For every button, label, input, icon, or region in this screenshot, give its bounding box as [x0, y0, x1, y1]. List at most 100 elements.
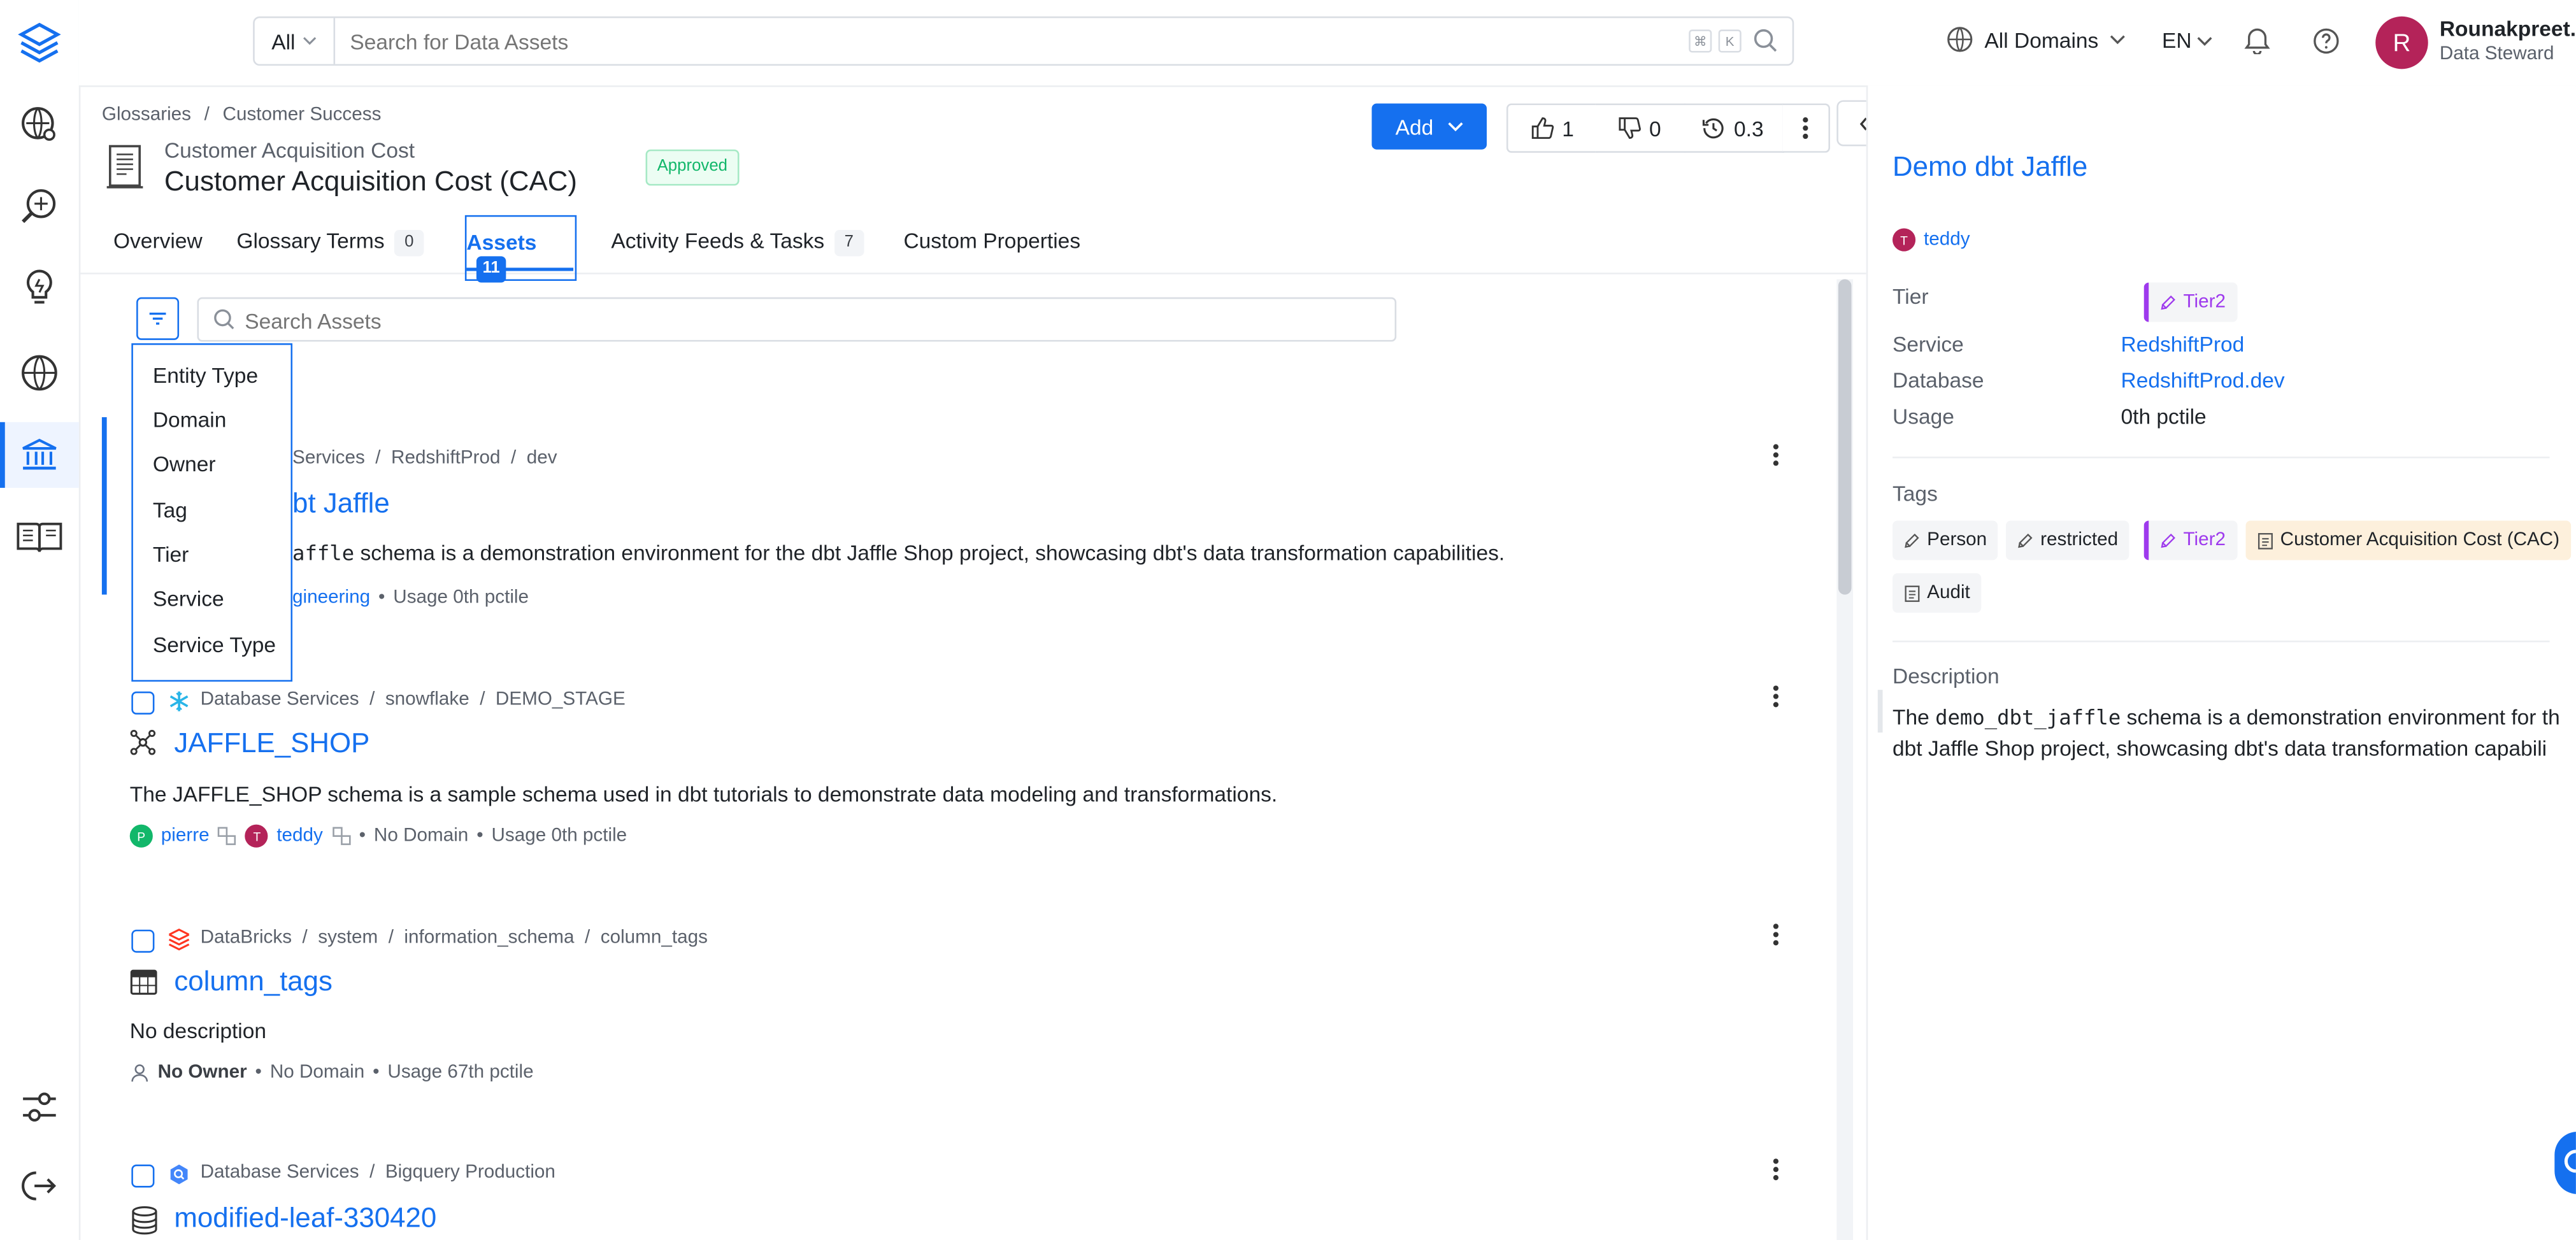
owner-link[interactable]: teddy — [1924, 230, 1970, 250]
asset-card-jaffle-shop[interactable]: Database Services / snowflake / DEMO_STA… — [79, 673, 1837, 870]
domain-selector[interactable]: All Domains — [1947, 26, 2126, 52]
data-quality-search-icon[interactable] — [0, 174, 79, 239]
term-name: Customer Acquisition Cost — [164, 138, 415, 163]
dislike-button[interactable]: 0 — [1595, 103, 1686, 153]
asset-breadcrumb: DataBricks / system / information_schema… — [200, 928, 708, 948]
service-link[interactable]: RedshiftProd — [2121, 332, 2244, 357]
explore-icon[interactable] — [0, 92, 79, 157]
filter-option-domain[interactable]: Domain — [153, 408, 227, 432]
tag-restricted[interactable]: restricted — [2005, 520, 2130, 560]
owner-link[interactable]: pierre — [161, 826, 210, 846]
activity-count: 7 — [834, 230, 864, 257]
asset-title[interactable]: column_tags — [174, 966, 333, 999]
filter-option-owner[interactable]: Owner — [153, 452, 216, 476]
glossary-book-icon[interactable] — [0, 504, 79, 570]
search-type-select[interactable]: All — [255, 18, 336, 64]
asset-card-modified-leaf[interactable]: Database Services / Bigquery Production … — [79, 1146, 1837, 1240]
asset-menu-button[interactable] — [1763, 680, 1789, 713]
settings-sliders-icon[interactable] — [0, 1074, 79, 1140]
domains-globe-icon[interactable] — [0, 340, 79, 406]
tab-overview[interactable]: Overview — [113, 228, 203, 253]
asset-menu-button[interactable] — [1763, 918, 1789, 951]
asset-description: affle schema is a demonstration environm… — [292, 540, 1505, 566]
breadcrumb-customer-success[interactable]: Customer Success — [223, 105, 382, 125]
asset-checkbox[interactable] — [131, 1164, 155, 1188]
status-badge: Approved — [645, 149, 740, 186]
assets-search-box — [197, 297, 1397, 342]
chevron-down-icon — [2110, 35, 2126, 45]
assets-count: 11 — [476, 256, 506, 283]
filter-option-entity-type[interactable]: Entity Type — [153, 363, 258, 388]
asset-menu-button[interactable] — [1763, 1153, 1789, 1186]
chat-widget-button[interactable] — [2554, 1131, 2576, 1194]
scrollbar-thumb[interactable] — [1838, 279, 1852, 595]
asset-checkbox[interactable] — [131, 691, 155, 715]
notifications-bell-icon[interactable] — [2244, 26, 2270, 55]
usage-value: 0th pctile — [2121, 404, 2207, 429]
thumbs-up-icon — [1531, 117, 1554, 139]
more-options-button[interactable] — [1782, 103, 1831, 153]
table-icon — [130, 969, 157, 995]
asset-card-column-tags[interactable]: DataBricks / system / information_schema… — [79, 911, 1837, 1108]
glossary-term-icon — [2258, 532, 2273, 549]
asset-menu-button[interactable] — [1763, 439, 1789, 472]
user-avatar[interactable]: R — [2375, 16, 2428, 69]
add-button[interactable]: Add — [1371, 103, 1487, 150]
tab-glossary-terms[interactable]: Glossary Terms 0 — [236, 228, 424, 257]
owner-link[interactable]: teddy — [276, 826, 323, 846]
search-icon[interactable] — [1753, 28, 1778, 53]
asset-meta: No Owner • No Domain • Usage 67th pctile — [130, 1063, 534, 1083]
tier-tag[interactable]: Tier2 — [2143, 282, 2238, 322]
search-input[interactable] — [347, 23, 1668, 59]
panel-description-line2: dbt Jaffle Shop project, showcasing dbt'… — [1893, 736, 2547, 761]
asset-card-demo-dbt-jaffle[interactable]: Services / RedshiftProd / dev bt Jaffle … — [79, 394, 1837, 641]
assets-scrollbar[interactable] — [1836, 279, 1854, 1240]
asset-checkbox[interactable] — [131, 929, 155, 953]
asset-title[interactable]: bt Jaffle — [292, 488, 390, 521]
filter-button[interactable] — [136, 297, 180, 340]
filter-option-tag[interactable]: Tag — [153, 497, 187, 522]
kebab-menu-icon — [1773, 923, 1779, 946]
tag-glossary-audit[interactable]: Audit — [1893, 573, 1982, 613]
tag-icon — [2161, 533, 2175, 548]
asset-title[interactable]: JAFFLE_SHOP — [174, 727, 369, 760]
filter-option-tier[interactable]: Tier — [153, 542, 189, 567]
panel-title[interactable]: Demo dbt Jaffle — [1893, 151, 2087, 184]
user-name[interactable]: Rounakpreet.c — [2440, 17, 2576, 41]
chat-icon — [2564, 1150, 2576, 1173]
tag-tier2[interactable]: Tier2 — [2143, 520, 2238, 560]
breadcrumb-glossaries[interactable]: Glossaries — [102, 105, 191, 125]
panel-divider — [1893, 456, 2550, 459]
tab-custom-properties[interactable]: Custom Properties — [903, 228, 1080, 253]
tag-glossary-cac[interactable]: Customer Acquisition Cost (CAC) — [2245, 520, 2572, 560]
panel-owner: T teddy — [1893, 228, 1970, 252]
help-icon[interactable] — [2313, 28, 2339, 54]
panel-divider — [1893, 640, 2550, 643]
filter-option-service-type[interactable]: Service Type — [153, 632, 276, 657]
schema-icon — [130, 729, 156, 755]
tab-activity-feeds[interactable]: Activity Feeds & Tasks 7 — [611, 228, 864, 257]
asset-title[interactable]: modified-leaf-330420 — [174, 1202, 436, 1236]
like-button[interactable]: 1 — [1506, 103, 1599, 153]
assets-search-input[interactable] — [241, 305, 1366, 337]
breadcrumb: Glossaries / Customer Success — [101, 105, 382, 125]
database-link[interactable]: RedshiftProd.dev — [2121, 368, 2284, 393]
language-selector[interactable]: EN — [2162, 28, 2213, 53]
tag-icon — [2018, 533, 2033, 548]
tab-assets[interactable]: Assets11 — [464, 215, 577, 283]
kebab-menu-icon — [1803, 117, 1808, 139]
version-history-button[interactable]: 0.3 — [1684, 103, 1784, 153]
asset-meta: P pierre T teddy • No Domain • Usage 0th p… — [129, 824, 627, 848]
usage-label: Usage — [1893, 404, 1954, 429]
shortcut-cmd: ⌘ — [1689, 29, 1712, 53]
logout-icon[interactable] — [0, 1153, 79, 1218]
owner-avatar: T — [245, 824, 269, 848]
app-logo-icon[interactable] — [0, 10, 79, 75]
chevron-down-icon — [1447, 122, 1463, 132]
filter-option-service[interactable]: Service — [153, 587, 224, 611]
owner-link[interactable]: gineering — [292, 588, 370, 608]
tag-icon — [1905, 533, 1919, 548]
governance-bank-icon[interactable] — [0, 422, 79, 488]
insights-bulb-icon[interactable] — [0, 255, 79, 320]
tag-person[interactable]: Person — [1893, 520, 1999, 560]
